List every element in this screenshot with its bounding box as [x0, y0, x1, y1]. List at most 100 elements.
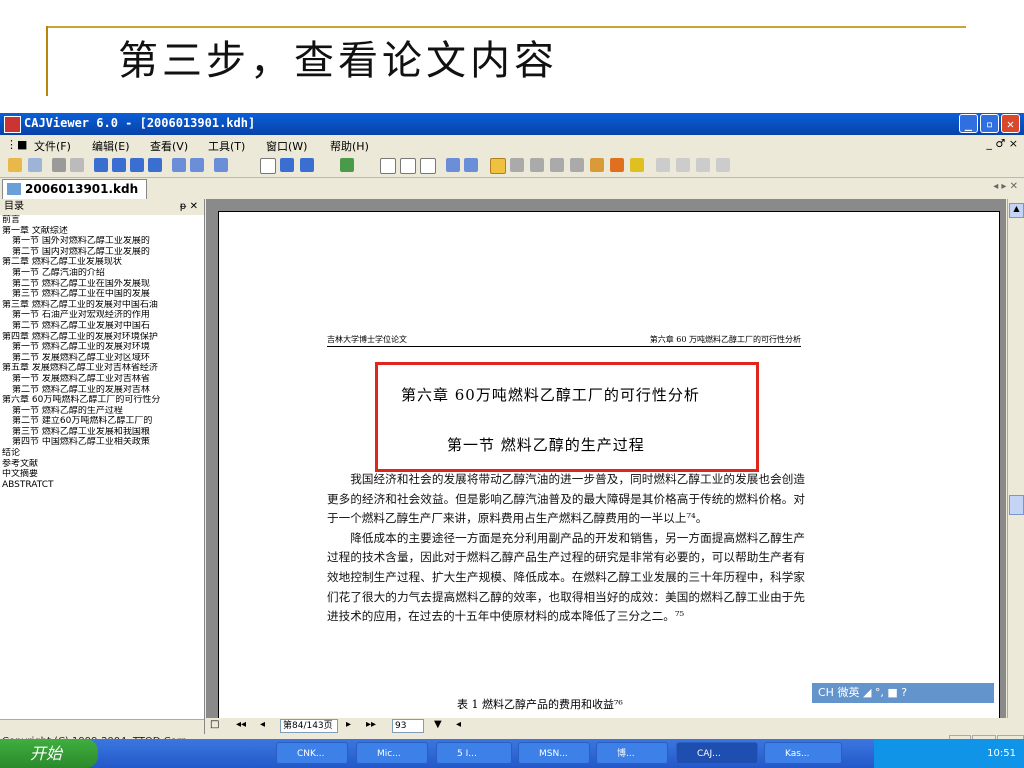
- toc-item[interactable]: 第一节 发展燃料乙醇工业对吉林省: [2, 374, 202, 385]
- back-icon[interactable]: [172, 158, 186, 172]
- toc-item[interactable]: 第二节 燃料乙醇工业发展对中国石: [2, 321, 202, 332]
- toc-item[interactable]: 前言: [2, 215, 202, 226]
- last-page-icon[interactable]: [148, 158, 162, 172]
- title-bar: CAJViewer 6.0 - [2006013901.kdh] _ ▫ ✕: [0, 113, 1024, 135]
- prev-page-icon[interactable]: [112, 158, 126, 172]
- toolbar: [0, 155, 1024, 178]
- running-header-right: 第六章 60 万吨燃料乙醇工厂的可行性分析: [649, 335, 801, 344]
- toc-item[interactable]: 第二节 燃料乙醇工业的发展对吉林: [2, 385, 202, 396]
- minimize-button[interactable]: _: [959, 114, 978, 133]
- task-caj[interactable]: CAJ...: [676, 742, 758, 764]
- menu-view[interactable]: 查看(V): [150, 138, 188, 154]
- toc-item[interactable]: 第一节 国外对燃料乙醇工业发展的: [2, 236, 202, 247]
- strike-icon[interactable]: [696, 158, 710, 172]
- tab-label: 2006013901.kdh: [25, 182, 139, 196]
- pencil-icon[interactable]: [610, 158, 624, 172]
- toc-item[interactable]: 第一节 燃料乙醇工业的发展对环境: [2, 342, 202, 353]
- body-text: 我国经济和社会的发展将带动乙醇汽油的进一步普及，同时燃料乙醇工业的发展也会创造更…: [327, 470, 805, 627]
- layout-icon[interactable]: [280, 158, 294, 172]
- underline-icon[interactable]: [676, 158, 690, 172]
- scroll-up-icon[interactable]: ▲: [1009, 203, 1024, 218]
- fit-icon[interactable]: □: [210, 719, 219, 730]
- menu-tools[interactable]: 工具(T): [208, 138, 245, 154]
- window-title: CAJViewer 6.0 - [2006013901.kdh]: [24, 116, 256, 130]
- next-page-icon[interactable]: [130, 158, 144, 172]
- annotate-icon[interactable]: [656, 158, 670, 172]
- document-view[interactable]: 吉林大学博士学位论文 第六章 60 万吨燃料乙醇工厂的可行性分析 第六章 60万…: [206, 199, 1006, 733]
- toc-item[interactable]: 第二节 国内对燃料乙醇工业发展的: [2, 247, 202, 258]
- mdi-controls[interactable]: _ ♂ ×: [986, 137, 1018, 150]
- toc-item[interactable]: 第一节 乙醇汽油的介绍: [2, 268, 202, 279]
- menu-file[interactable]: 文件(F): [34, 138, 71, 154]
- task-msn[interactable]: MSN...: [518, 742, 590, 764]
- toc-item[interactable]: 参考文献: [2, 459, 202, 470]
- tab-nav-controls[interactable]: ◂ ▸ ✕: [993, 181, 1018, 192]
- menu-window[interactable]: 窗口(W): [266, 138, 307, 154]
- page-dropdown-icon[interactable]: ▼: [434, 719, 442, 730]
- toc-item[interactable]: 第一节 燃料乙醇的生产过程: [2, 406, 202, 417]
- ime-bar[interactable]: CH 微英 ◢ °, ■ ?: [812, 683, 994, 703]
- continuous-icon[interactable]: [400, 158, 416, 174]
- menu-help[interactable]: 帮助(H): [330, 138, 369, 154]
- open-icon[interactable]: [8, 158, 22, 172]
- delete-annot-icon[interactable]: [716, 158, 730, 172]
- pin-close-icon[interactable]: ᵽ ✕: [180, 199, 198, 215]
- zoom-out-icon[interactable]: [464, 158, 478, 172]
- task-cnk[interactable]: CNK...: [276, 742, 348, 764]
- page-icon[interactable]: [260, 158, 276, 174]
- toc-item[interactable]: 第三章 燃料乙醇工业的发展对中国石油: [2, 300, 202, 311]
- forward-icon[interactable]: [190, 158, 204, 172]
- single-page-icon[interactable]: [380, 158, 396, 174]
- page-input[interactable]: 93: [392, 719, 424, 733]
- last-page-button[interactable]: ▸▸: [366, 719, 376, 730]
- toc-item[interactable]: 第三节 燃料乙醇工业发展和我国粮: [2, 427, 202, 438]
- print-icon[interactable]: [52, 158, 66, 172]
- zoom-icon[interactable]: [214, 158, 228, 172]
- toc-item[interactable]: 结论: [2, 448, 202, 459]
- save-icon[interactable]: [28, 158, 42, 172]
- toc-item[interactable]: 第四章 燃料乙醇工业的发展对环境保护: [2, 332, 202, 343]
- task-mic[interactable]: Mic...: [356, 742, 428, 764]
- task-bo[interactable]: 博...: [596, 742, 668, 764]
- toc-item[interactable]: 第六章 60万吨燃料乙醇工厂的可行性分: [2, 395, 202, 406]
- restore-button[interactable]: ▫: [980, 114, 999, 133]
- toc-item[interactable]: 第三节 燃料乙醇工业在中国的发展: [2, 289, 202, 300]
- snapshot-icon[interactable]: [570, 158, 584, 172]
- next-page-button[interactable]: ▸: [346, 719, 351, 730]
- toc-item[interactable]: 第一节 石油产业对宏观经济的作用: [2, 310, 202, 321]
- highlighter-icon[interactable]: [630, 158, 644, 172]
- table-select-icon[interactable]: [530, 158, 544, 172]
- task-5i[interactable]: 5 I...: [436, 742, 512, 764]
- toc-item[interactable]: 第五章 发展燃料乙醇工业对吉林省经济: [2, 363, 202, 374]
- first-page-button[interactable]: ◂◂: [236, 719, 246, 730]
- toc-item[interactable]: 第四节 中国燃料乙醇工业相关政策: [2, 437, 202, 448]
- toc-item[interactable]: 第二节 燃料乙醇工业在国外发展现: [2, 279, 202, 290]
- hscroll-left-icon[interactable]: ◂: [456, 719, 461, 730]
- sidebar-scrollbar[interactable]: [0, 719, 204, 734]
- zoom-in-icon[interactable]: [446, 158, 460, 172]
- toc-item[interactable]: 第二章 燃料乙醇工业发展现状: [2, 257, 202, 268]
- toc-item[interactable]: 第二节 建立60万吨燃料乙醇工厂的: [2, 416, 202, 427]
- document-tab[interactable]: 2006013901.kdh: [2, 179, 148, 199]
- task-kas[interactable]: Kas...: [764, 742, 842, 764]
- chapter-title: 第六章 60万吨燃料乙醇工厂的可行性分析: [401, 386, 700, 404]
- start-button[interactable]: 开始: [0, 739, 98, 768]
- text-select-icon[interactable]: [510, 158, 524, 172]
- image-select-icon[interactable]: [550, 158, 564, 172]
- prev-page-button[interactable]: ◂: [260, 719, 265, 730]
- vertical-scrollbar[interactable]: ▲: [1007, 199, 1024, 718]
- toc-item[interactable]: 第二节 发展燃料乙醇工业对区域环: [2, 353, 202, 364]
- image-icon[interactable]: [340, 158, 354, 172]
- columns-icon[interactable]: [300, 158, 314, 172]
- bookmark-icon[interactable]: [590, 158, 604, 172]
- facing-icon[interactable]: [420, 158, 436, 174]
- scroll-thumb[interactable]: [1009, 495, 1024, 515]
- menu-edit[interactable]: 编辑(E): [92, 138, 130, 154]
- preview-icon[interactable]: [70, 158, 84, 172]
- toc-item[interactable]: 中文摘要: [2, 469, 202, 480]
- close-button[interactable]: ✕: [1001, 114, 1020, 133]
- toc-item[interactable]: ABSTRATCT: [2, 480, 202, 491]
- toc-item[interactable]: 第一章 文献综述: [2, 226, 202, 237]
- first-page-icon[interactable]: [94, 158, 108, 172]
- hand-tool-icon[interactable]: [490, 158, 506, 174]
